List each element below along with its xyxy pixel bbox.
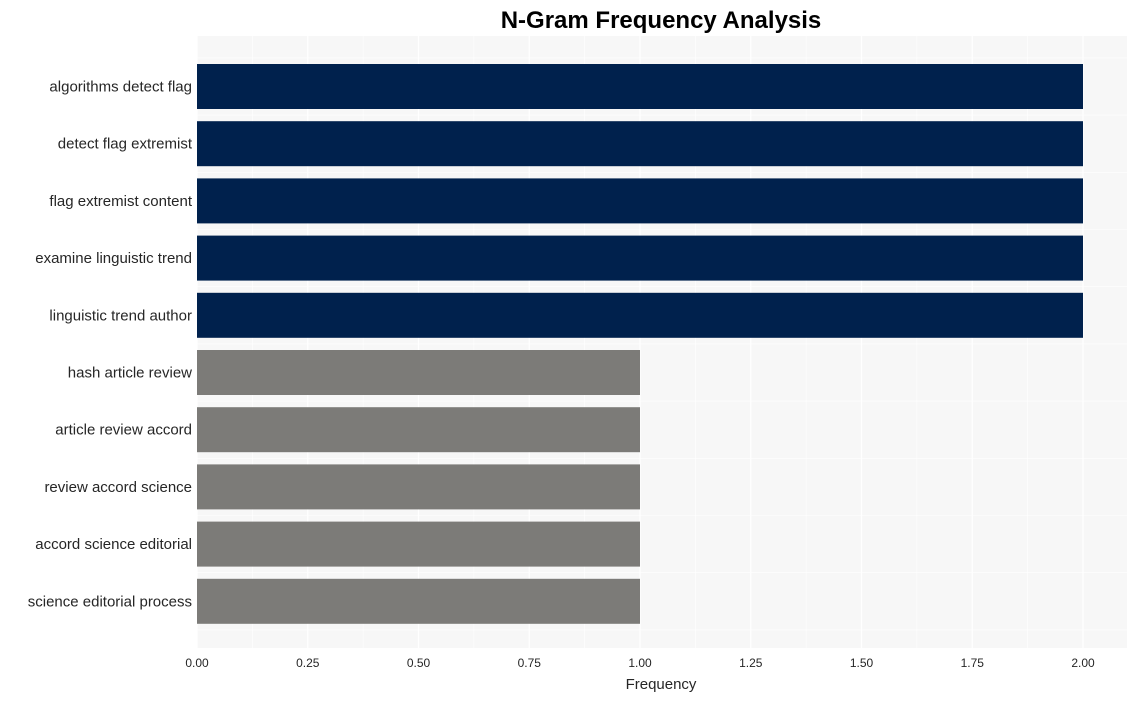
bar: [197, 578, 640, 624]
y-tick-label: flag extremist content: [49, 193, 192, 210]
bar: [197, 407, 640, 453]
y-tick-label: examine linguistic trend: [35, 250, 192, 267]
y-axis-labels: algorithms detect flag detect flag extrem…: [28, 79, 193, 611]
chart-title: N-Gram Frequency Analysis: [501, 7, 822, 34]
x-tick-label: 1.25: [739, 656, 763, 670]
x-axis-label: Frequency: [626, 676, 697, 693]
x-tick-label: 1.00: [628, 656, 652, 670]
bar: [197, 64, 1083, 109]
bar: [197, 521, 640, 567]
ngram-bar-chart: N-Gram Frequency Analysis algorithms det…: [28, 7, 1127, 693]
y-tick-label: review accord science: [44, 479, 192, 496]
x-tick-label: 0.00: [185, 656, 209, 670]
bar: [197, 178, 1083, 224]
x-tick-label: 1.75: [961, 656, 985, 670]
y-tick-label: science editorial process: [28, 593, 192, 610]
y-tick-label: linguistic trend author: [49, 307, 192, 324]
bar: [197, 292, 1083, 338]
bar: [197, 121, 1083, 167]
x-tick-label: 2.00: [1071, 656, 1095, 670]
y-tick-label: article review accord: [55, 422, 192, 439]
y-tick-label: algorithms detect flag: [49, 79, 192, 96]
y-tick-label: accord science editorial: [35, 536, 192, 553]
bar: [197, 350, 640, 395]
bar: [197, 464, 640, 510]
x-axis-ticks: 0.00 0.25 0.50 0.75 1.00 1.25 1.50 1.75 2.00: [185, 656, 1095, 670]
x-tick-label: 0.75: [518, 656, 542, 670]
y-tick-label: hash article review: [68, 365, 192, 382]
y-tick-label: detect flag extremist: [58, 136, 193, 153]
x-tick-label: 0.25: [296, 656, 320, 670]
bar: [197, 235, 1083, 281]
x-tick-label: 1.50: [850, 656, 874, 670]
x-tick-label: 0.50: [407, 656, 431, 670]
